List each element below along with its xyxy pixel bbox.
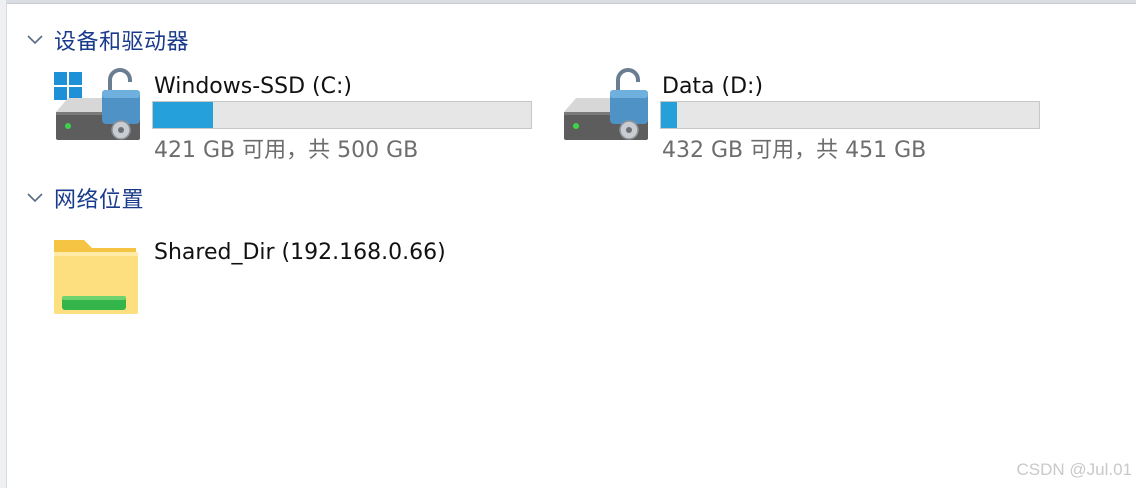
drive-tile-d[interactable]: Data (D:) 432 GB 可用，共 451 GB [562,68,1052,168]
window-top-border [0,0,1136,4]
group-header-devices[interactable]: 设备和驱动器 [24,25,189,55]
chevron-down-icon[interactable] [24,187,46,209]
drive-name: Windows-SSD (C:) [154,74,352,99]
usage-bar-fill [153,102,213,128]
watermark: CSDN @Jul.01 [1016,460,1132,479]
window-left-border [0,0,7,488]
drive-icon [54,68,150,152]
drive-space-text: 432 GB 可用，共 451 GB [662,138,927,163]
drive-icon [562,68,658,152]
drive-name: Data (D:) [662,74,764,99]
drive-space-text: 421 GB 可用，共 500 GB [154,138,419,163]
chevron-down-icon[interactable] [24,29,46,51]
network-folder-icon [50,234,142,318]
usage-bar [152,101,532,129]
windows-logo-icon [54,72,82,100]
group-header-network[interactable]: 网络位置 [24,183,144,213]
usage-bar-fill [661,102,677,128]
group-title: 网络位置 [54,188,145,213]
drive-tile-c[interactable]: Windows-SSD (C:) 421 GB 可用，共 500 GB [54,68,544,168]
group-title: 设备和驱动器 [54,30,190,55]
usage-bar [660,101,1040,129]
network-location-name: Shared_Dir (192.168.0.66) [154,240,446,265]
network-location-item[interactable]: Shared_Dir (192.168.0.66) [50,234,470,324]
